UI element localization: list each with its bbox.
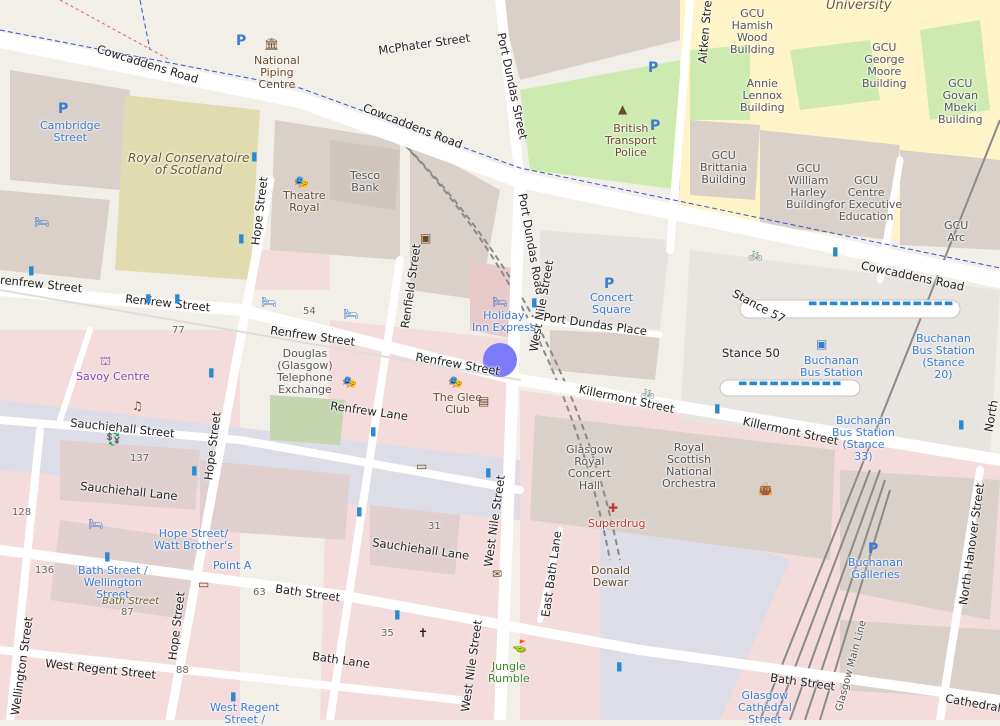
theatre-icon[interactable]: 🎭 <box>448 376 463 388</box>
house-number: 128 <box>12 507 32 518</box>
bus-stop-icon[interactable]: ▮ <box>531 296 538 308</box>
parking-icon[interactable]: P <box>58 102 68 116</box>
hotel-icon[interactable]: 🛏 <box>261 296 276 308</box>
bus-stop-icon[interactable]: ▮ <box>370 425 377 437</box>
place-label-royal-conservatoire[interactable]: Royal Conservatoire of Scotland <box>128 152 249 176</box>
place-label-glee-club[interactable]: The Glee Club <box>433 392 482 416</box>
place-label-national-piping-centre[interactable]: National Piping Centre <box>254 55 300 91</box>
golf-icon[interactable]: ⛳ <box>512 640 527 652</box>
house-number: 137 <box>130 453 150 464</box>
place-label-govan-mbeki-building[interactable]: GCU Govan Mbeki Building <box>938 78 983 126</box>
place-label-hamish-wood-building[interactable]: GCU Hamish Wood Building <box>730 8 775 56</box>
building-block <box>0 190 110 280</box>
house-number: 35 <box>381 628 394 639</box>
place-label-gcu-arc[interactable]: GCU Arc <box>944 220 968 244</box>
building-block <box>60 440 200 510</box>
house-number: 63 <box>253 587 266 598</box>
pharmacy-icon[interactable]: ✚ <box>608 502 618 514</box>
bicycle-icon[interactable]: 🚲 <box>748 248 763 260</box>
hotel-icon[interactable]: 🛏 <box>34 216 49 228</box>
house-number: 77 <box>172 325 185 336</box>
place-label-university: University <box>826 0 892 13</box>
bus-stance-icons-row[interactable]: ▬▬▬▬▬▬▬▬▬▬ <box>738 378 842 390</box>
house-number: 87 <box>121 607 134 618</box>
hotel-icon[interactable]: 🛏 <box>492 296 507 308</box>
place-label-glasgow-cathedral-street[interactable]: Glasgow Cathedral Street <box>738 690 792 726</box>
bus-stop-icon[interactable]: ▮ <box>958 418 965 430</box>
house-number: 54 <box>303 306 316 317</box>
theatre-icon[interactable]: 🎭 <box>294 176 309 188</box>
atm-icon[interactable]: ▭ <box>416 460 427 472</box>
place-label-brittania-building[interactable]: GCU Brittania Building <box>700 150 747 186</box>
parking-icon[interactable]: P <box>648 61 658 75</box>
parking-icon[interactable]: P <box>868 542 878 556</box>
place-label-douglas-telephone-exchange[interactable]: Douglas (Glasgow) Telephone Exchange <box>277 348 333 396</box>
bus-stop-icon[interactable]: ▮ <box>145 292 152 304</box>
place-label-british-transport-police[interactable]: British Transport Police <box>605 123 657 159</box>
place-label-royal-concert-hall[interactable]: Glasgow Royal Concert Hall <box>566 444 613 492</box>
shopping-bag-icon[interactable]: 👜 <box>758 483 773 495</box>
place-label-annie-lennox-building[interactable]: Annie Lennox Building <box>740 78 785 114</box>
house-number: 136 <box>35 565 55 576</box>
parking-icon[interactable]: P <box>236 34 246 48</box>
music-icon[interactable]: ♫ <box>132 400 143 412</box>
bus-stop-icon[interactable]: ▮ <box>174 292 181 304</box>
place-label-point-a[interactable]: Point A <box>213 560 251 572</box>
theatre-icon[interactable]: 🎭 <box>342 376 357 388</box>
bus-stop-icon[interactable]: ▮ <box>832 245 839 257</box>
parking-icon[interactable]: P <box>650 119 660 133</box>
place-label-jungle-rumble[interactable]: Jungle Rumble <box>488 661 530 685</box>
bus-stop-icon[interactable]: ▮ <box>485 466 492 478</box>
bus-stop-icon[interactable]: ▮ <box>28 264 35 276</box>
conservatoire-building <box>115 95 260 280</box>
bus-stop-icon[interactable]: ▮ <box>230 690 237 702</box>
place-label-west-regent-street-stop[interactable]: West Regent Street / <box>210 702 280 726</box>
place-label-buchanan-bus-station[interactable]: Buchanan Bus Station <box>800 355 863 379</box>
place-label-cambridge-street[interactable]: Cambridge Street <box>40 120 100 144</box>
place-label-theatre-royal[interactable]: Theatre Royal <box>283 190 326 214</box>
place-label-william-harley-building[interactable]: GCU William Harley Building <box>786 163 831 211</box>
place-label-hope-watt-brothers[interactable]: Hope Street/ Watt Brother's <box>154 528 233 552</box>
monument-icon[interactable]: ▣ <box>420 232 431 244</box>
place-of-worship-icon[interactable]: ✝ <box>418 627 428 639</box>
bus-stance-icons-row[interactable]: ▬▬▬▬▬▬▬▬▬▬▬▬▬▬ <box>808 298 954 310</box>
place-label-donald-dewar[interactable]: Donald Dewar <box>591 565 630 589</box>
bank-icon[interactable]: 💱 <box>106 433 121 445</box>
police-icon[interactable]: ▲ <box>618 103 627 115</box>
parking-icon[interactable]: P <box>604 277 614 291</box>
mall-icon[interactable]: ⛫ <box>100 355 111 367</box>
place-label-concert-square[interactable]: Concert Square <box>590 292 633 316</box>
house-number: 88 <box>176 665 189 676</box>
bus-stop-icon[interactable]: ▮ <box>104 550 111 562</box>
place-label-savoy-centre[interactable]: Savoy Centre <box>76 371 150 383</box>
bus-stop-icon[interactable]: ▮ <box>208 366 215 378</box>
place-label-rsno[interactable]: Royal Scottish National Orchestra <box>662 442 716 490</box>
bus-stop-icon[interactable]: ▮ <box>714 402 721 414</box>
post-box-icon[interactable]: ✉ <box>492 568 502 580</box>
atm-icon[interactable]: ▭ <box>198 578 209 590</box>
bus-stop-icon[interactable]: ▮ <box>616 660 623 672</box>
bus-stop-icon[interactable]: ▮ <box>238 232 245 244</box>
hotel-icon[interactable]: 🛏 <box>88 518 103 530</box>
cinema-icon[interactable]: ▤ <box>478 395 489 407</box>
place-label-tesco-bank[interactable]: Tesco Bank <box>350 170 380 194</box>
house-number: 31 <box>428 521 441 532</box>
place-label-superdrug[interactable]: Superdrug <box>588 518 646 530</box>
bus-stop-icon[interactable]: ▮ <box>191 464 198 476</box>
bus-stop-icon[interactable]: ▮ <box>356 505 363 517</box>
bus-station-icon[interactable]: ▣ <box>816 338 827 350</box>
place-label-centre-executive-education[interactable]: GCU Centre for Executive Education <box>830 175 902 223</box>
bus-stop-icon[interactable]: ▮ <box>394 608 401 620</box>
bus-stance-50-label: Stance 50 <box>722 346 780 360</box>
bicycle-icon[interactable]: 🚲 <box>640 386 655 398</box>
hotel-icon[interactable]: 🛏 <box>343 308 358 320</box>
museum-icon[interactable]: 🏛 <box>264 38 279 50</box>
bus-stop-icon[interactable]: ▮ <box>251 150 258 162</box>
retail-area <box>250 250 330 290</box>
place-label-buchanan-galleries[interactable]: Buchanan Galleries <box>848 557 903 581</box>
place-label-holiday-inn-express[interactable]: Holiday Inn Express <box>472 310 536 334</box>
place-label-george-moore-building[interactable]: GCU George Moore Building <box>862 42 907 90</box>
place-label-buchanan-stance-20[interactable]: Buchanan Bus Station (Stance 20) <box>912 333 975 381</box>
place-label-buchanan-stance-33[interactable]: Buchanan Bus Station (Stance 33) <box>832 415 895 463</box>
